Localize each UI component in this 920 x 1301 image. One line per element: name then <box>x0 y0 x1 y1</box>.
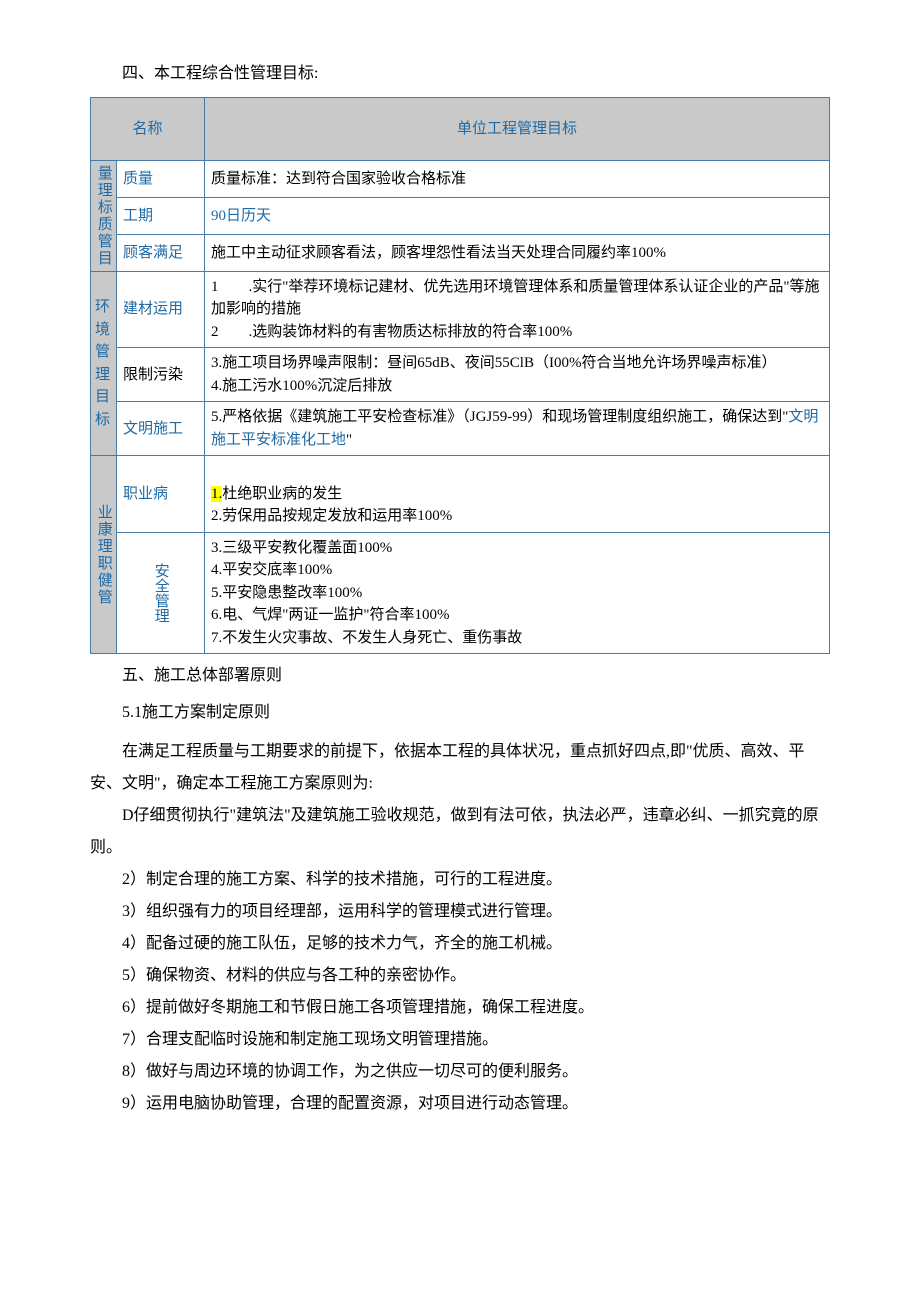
content-occupational: 1.杜绝职业病的发生 2.劳保用品按规定发放和运用率100% <box>205 456 830 533</box>
sub-pollution: 限制污染 <box>117 348 205 402</box>
header-target: 单位工程管理目标 <box>205 97 830 160</box>
sub-quality: 质量 <box>117 160 205 197</box>
paragraph: 5）确保物资、材料的供应与各工种的亲密协作。 <box>90 960 830 992</box>
group-label-environment: 环境管理目标 <box>91 271 117 456</box>
sub-duration: 工期 <box>117 197 205 234</box>
group-label-health: 业康理职健管 <box>91 456 117 654</box>
management-goals-table: 名称 单位工程管理目标 量理标质管目 质量 质量标准：达到符合国家验收合格标准 … <box>90 97 830 655</box>
sub-material: 建材运用 <box>117 271 205 348</box>
hl-rest: 杜绝职业病的发生 2.劳保用品按规定发放和运用率100% <box>211 486 452 525</box>
table-header-row: 名称 单位工程管理目标 <box>91 97 830 160</box>
table-row: 业康理职健管 职业病 1.杜绝职业病的发生 2.劳保用品按规定发放和运用率100… <box>91 456 830 533</box>
table-row: 安全管理 3.三级平安教化覆盖面100% 4.平安交底率100% 5.平安隐患整… <box>91 532 830 654</box>
sub-safety: 安全管理 <box>117 532 205 654</box>
header-name: 名称 <box>91 97 205 160</box>
content-pollution: 3.施工项目场界噪声限制：昼间65dB、夜间55ClB（I00%符合当地允许场界… <box>205 348 830 402</box>
table-row: 限制污染 3.施工项目场界噪声限制：昼间65dB、夜间55ClB（I00%符合当… <box>91 348 830 402</box>
table-row: 文明施工 5.严格依据《建筑施工平安检查标准》（JGJ59-99）和现场管理制度… <box>91 402 830 456</box>
paragraph: 3）组织强有力的项目经理部，运用科学的管理模式进行管理。 <box>90 896 830 928</box>
content-material: 1 .实行"举荐环境标记建材、优先选用环境管理体系和质量管理体系认证企业的产品"… <box>205 271 830 348</box>
paragraph: 8）做好与周边环境的协调工作，为之供应一切尽可的便利服务。 <box>90 1056 830 1088</box>
paragraph: D仔细贯彻执行"建筑法"及建筑施工验收规范，做到有法可依，执法必严，违章必纠、一… <box>90 800 830 864</box>
sub-customer: 顾客满足 <box>117 234 205 271</box>
content-customer: 施工中主动征求顾客看法，顾客埋怨性看法当天处理合同履约率100% <box>205 234 830 271</box>
group-label-quality: 量理标质管目 <box>91 160 117 271</box>
hl-prefix: 1. <box>211 486 222 502</box>
content-safety: 3.三级平安教化覆盖面100% 4.平安交底率100% 5.平安隐患整改率100… <box>205 532 830 654</box>
paragraph: 9）运用电脑协助管理，合理的配置资源，对项目进行动态管理。 <box>90 1088 830 1120</box>
table-row: 环境管理目标 建材运用 1 .实行"举荐环境标记建材、优先选用环境管理体系和质量… <box>91 271 830 348</box>
content-quality: 质量标准：达到符合国家验收合格标准 <box>205 160 830 197</box>
table-row: 工期 90日历天 <box>91 197 830 234</box>
table-row: 量理标质管目 质量 质量标准：达到符合国家验收合格标准 <box>91 160 830 197</box>
table-row: 顾客满足 施工中主动征求顾客看法，顾客埋怨性看法当天处理合同履约率100% <box>91 234 830 271</box>
paragraph: 6）提前做好冬期施工和节假日施工各项管理措施，确保工程进度。 <box>90 992 830 1024</box>
content-civilized-pre: 5.严格依据《建筑施工平安检查标准》（JGJ59-99）和现场管理制度组织施工，… <box>211 409 788 425</box>
paragraph: 4）配备过硬的施工队伍，足够的技术力气，齐全的施工机械。 <box>90 928 830 960</box>
content-duration: 90日历天 <box>205 197 830 234</box>
paragraph: 在满足工程质量与工期要求的前提下，依据本工程的具体状况，重点抓好四点,即"优质、… <box>90 736 830 800</box>
sub-occupational: 职业病 <box>117 456 205 533</box>
paragraph: 2）制定合理的施工方案、科学的技术措施，可行的工程进度。 <box>90 864 830 896</box>
paragraph: 7）合理支配临时设施和制定施工现场文明管理措施。 <box>90 1024 830 1056</box>
content-civilized-post: " <box>346 432 352 448</box>
content-civilized: 5.严格依据《建筑施工平安检查标准》（JGJ59-99）和现场管理制度组织施工，… <box>205 402 830 456</box>
sub-civilized: 文明施工 <box>117 402 205 456</box>
section-5-1-title: 5.1施工方案制定原则 <box>90 699 830 728</box>
section-5-heading: 五、施工总体部署原则 <box>90 662 830 691</box>
section-4-heading: 四、本工程综合性管理目标: <box>90 60 830 89</box>
